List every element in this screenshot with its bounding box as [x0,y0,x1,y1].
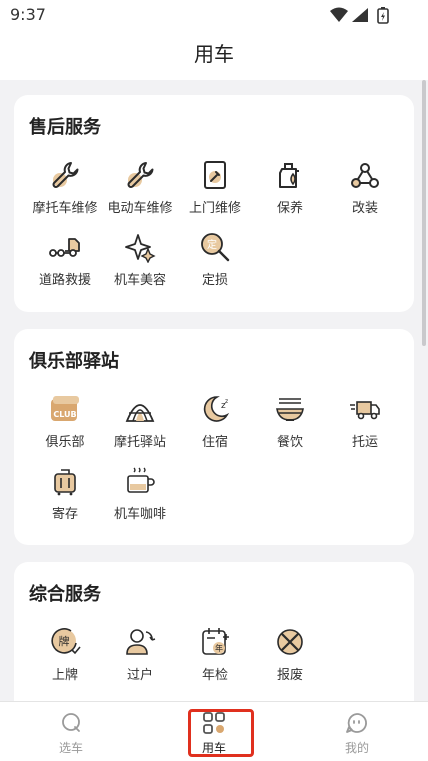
service-ownership-transfer[interactable]: 过户 [102,626,178,694]
content-scroll-area[interactable]: 售后服务 摩托车维修 电动车维修 上门维修 保养 改装 道路救援 机车美容 定 … [0,80,428,701]
service-club[interactable]: CLUB 俱乐部 [27,393,103,461]
service-label: 报废 [276,668,303,683]
service-dining[interactable]: 餐饮 [252,393,328,461]
status-icons [330,7,389,24]
scrap-icon [277,629,303,655]
nav-label: 选车 [58,741,83,755]
service-label: 年检 [201,668,228,683]
noodle-bowl-icon [276,398,304,421]
service-beauty[interactable]: 机车美容 [102,231,178,299]
service-label: 电动车维修 [107,201,173,216]
service-label: 改装 [351,201,378,216]
moon-icon: z z [203,396,230,422]
service-label: 上牌 [51,668,78,683]
service-label: 上门维修 [188,201,241,216]
badge-text: 定 [207,238,217,251]
service-annual-inspection[interactable]: 年 年检 [177,626,253,694]
app-header: 用车 [0,30,428,80]
service-label: 摩托车维修 [32,201,98,216]
service-moto-station[interactable]: 摩托驿站 [102,393,178,461]
section-general-services: 综合服务 牌 上牌 过户 年 年检 报废 [14,562,414,701]
status-time: 9:37 [10,5,46,24]
service-modify[interactable]: 改装 [327,159,403,227]
service-storage[interactable]: 寄存 [27,465,103,533]
status-bar: 9:37 [0,0,428,30]
service-shipping[interactable]: 托运 [327,393,403,461]
service-label: 寄存 [51,507,78,522]
service-road-rescue[interactable]: 道路救援 [27,231,103,299]
delivery-truck-icon [350,401,380,420]
service-label: 道路救援 [38,273,91,288]
nav-label: 我的 [344,741,369,755]
battery-icon [377,7,389,24]
nav-item-profile[interactable]: 我的 [307,702,407,761]
service-lodging[interactable]: z z 住宿 [177,393,253,461]
wrench-icon [127,162,154,188]
sparkle-icon [125,234,156,263]
badge-text: CLUB [53,410,76,419]
service-label: 住宿 [201,435,228,450]
wrench-icon [52,162,79,188]
coffee-cup-icon [127,467,155,493]
service-license-plate[interactable]: 牌 上牌 [27,626,103,694]
calendar-inspection-icon: 年 [202,628,229,655]
service-motorcycle-repair[interactable]: 摩托车维修 [27,159,103,227]
oil-can-icon [279,163,299,188]
select-car-icon [62,713,80,732]
service-maintenance[interactable]: 保养 [252,159,328,227]
magnifier-icon: 定 [201,233,230,262]
modify-icon [351,163,379,188]
section-title: 售后服务 [29,117,101,138]
service-moto-coffee[interactable]: 机车咖啡 [102,465,178,533]
section-after-sales: 售后服务 摩托车维修 电动车维修 上门维修 保养 改装 道路救援 机车美容 定 … [14,95,414,312]
service-label: 定损 [201,273,228,288]
highlight-box [188,709,254,757]
tow-truck-icon [49,238,80,257]
section-club-station: 俱乐部驿站 CLUB 俱乐部 摩托驿站 z z 住宿 餐饮 托运 寄存 机车咖啡 [14,329,414,545]
luggage-icon [54,469,76,496]
service-label: 餐饮 [276,435,303,450]
service-label: 过户 [126,668,153,683]
service-onsite-repair[interactable]: 上门维修 [177,159,253,227]
scrollbar[interactable] [422,80,426,346]
svg-text:z: z [225,398,228,405]
nav-item-select-car[interactable]: 选车 [21,702,121,761]
club-badge-icon: CLUB [51,396,79,421]
service-label: 俱乐部 [45,435,85,450]
signal-icon [352,8,368,22]
service-damage-assessment[interactable]: 定 定损 [177,231,253,299]
transfer-person-icon [126,629,156,655]
service-label: 机车美容 [113,273,166,288]
service-label: 托运 [351,435,378,450]
license-plate-icon: 牌 [51,628,81,655]
tent-icon [125,404,155,422]
profile-chat-icon [346,713,367,733]
badge-text: 年 [215,643,223,653]
door-repair-icon [204,161,226,189]
service-label: 摩托驿站 [113,435,166,450]
service-scrap[interactable]: 报废 [252,626,328,694]
wifi-icon [330,7,348,22]
service-label: 机车咖啡 [113,507,166,522]
page-title: 用车 [194,42,234,66]
service-ebike-repair[interactable]: 电动车维修 [102,159,178,227]
section-title: 俱乐部驿站 [29,351,119,372]
section-title: 综合服务 [29,584,101,605]
service-label: 保养 [276,201,303,216]
badge-text: 牌 [59,634,70,648]
